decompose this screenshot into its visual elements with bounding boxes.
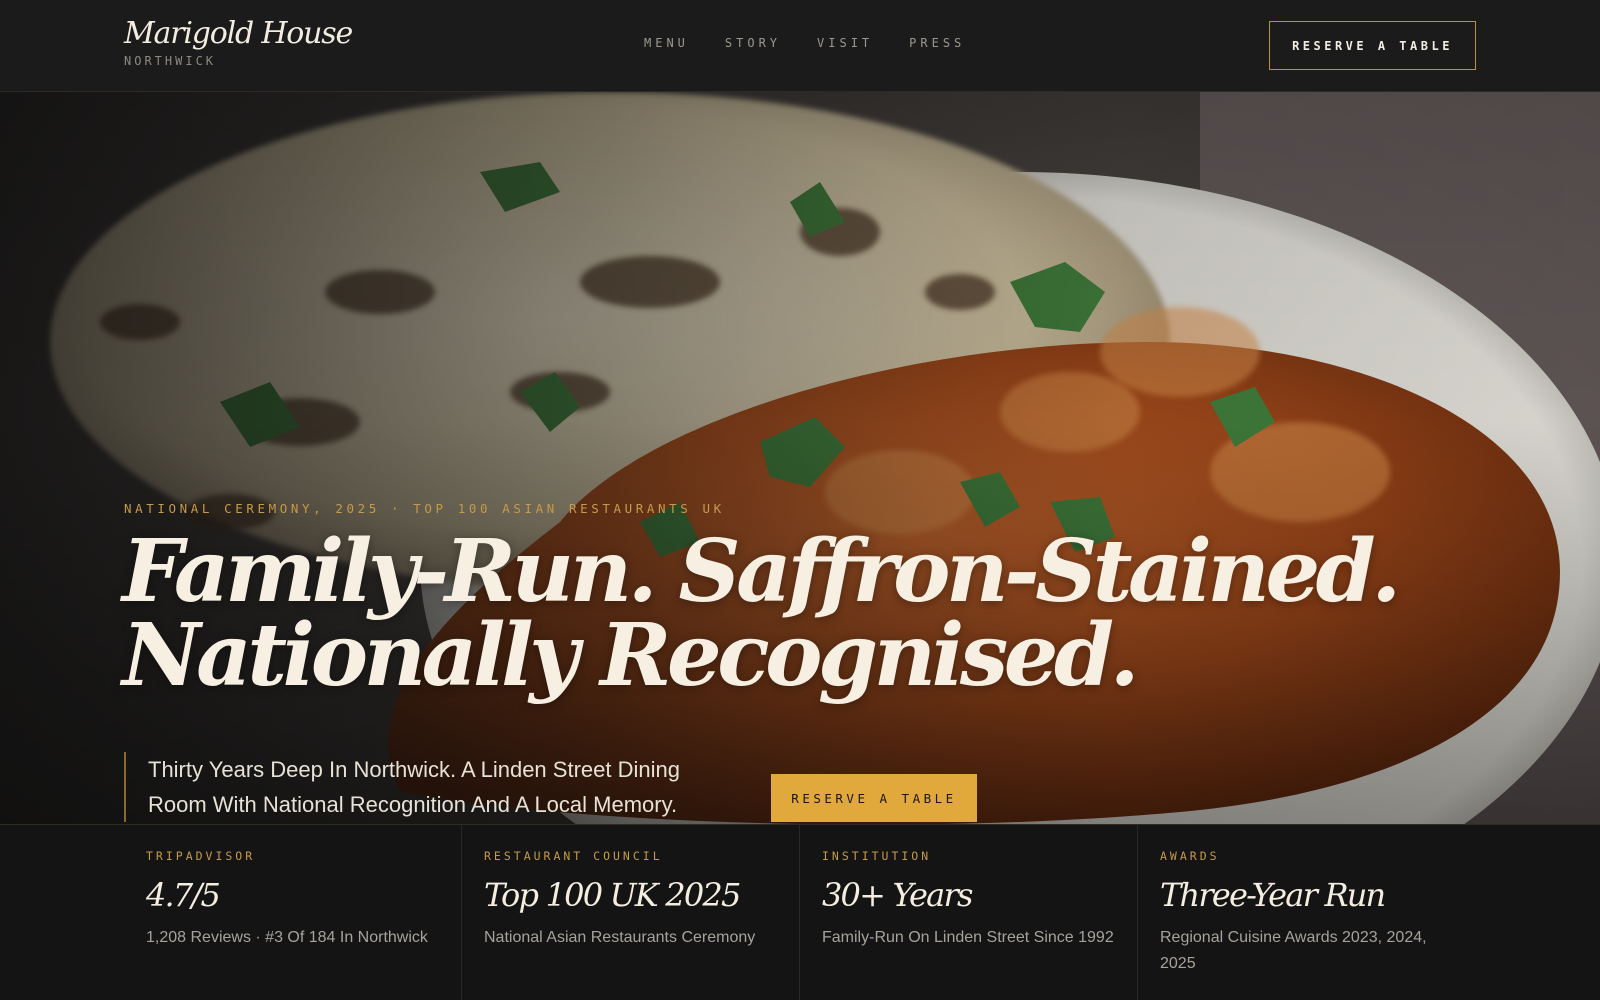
stat-label: AWARDS [1160,849,1220,863]
brand-name: Marigold House [124,16,353,51]
nav-item-menu[interactable]: MENU [644,36,689,50]
header-reserve-button[interactable]: RESERVE A TABLE [1269,21,1476,70]
stat-tripadvisor: TRIPADVISOR 4.7/5 1,208 Reviews · #3 Of … [0,825,462,1000]
main-nav: MENU STORY VISIT PRESS [644,36,965,50]
stat-restaurant-council: RESTAURANT COUNCIL Top 100 UK 2025 Natio… [462,825,800,1000]
headline-line-1: Family-Run. Saffron-Stained. [122,521,1401,622]
stat-institution: INSTITUTION 30+ Years Family-Run On Lind… [800,825,1138,1000]
hero-overlay [0,92,1600,824]
headline-line-2: Nationally Recognised. [122,605,1140,706]
hero-eyebrow: NATIONAL CEREMONY, 2025 · TOP 100 ASIAN … [124,501,725,516]
stat-value: 30+ Years [822,876,973,914]
hero-tagline: Thirty Years Deep In Northwick. A Linden… [124,752,744,822]
stat-desc: Regional Cuisine Awards 2023, 2024, 2025 [1160,929,1427,972]
brand-location: NORTHWICK [124,54,217,68]
hero-headline: Family-Run. Saffron-Stained. Nationally … [122,521,1422,706]
stat-value: Three-Year Run [1160,876,1386,914]
stat-label: TRIPADVISOR [146,849,256,863]
stat-desc: 1,208 Reviews · #3 Of 184 In Northwick [146,929,428,946]
stat-value: 4.7/5 [146,876,221,914]
stats-bar: TRIPADVISOR 4.7/5 1,208 Reviews · #3 Of … [0,824,1600,1000]
nav-item-story[interactable]: STORY [725,36,781,50]
stat-desc: National Asian Restaurants Ceremony [484,929,756,946]
stat-awards: AWARDS Three-Year Run Regional Cuisine A… [1138,825,1600,1000]
brand-logo[interactable]: Marigold House NORTHWICK [124,16,353,68]
site-header: Marigold House NORTHWICK MENU STORY VISI… [0,0,1600,92]
nav-item-press[interactable]: PRESS [909,36,965,50]
nav-item-visit[interactable]: VISIT [817,36,873,50]
hero-section: NATIONAL CEREMONY, 2025 · TOP 100 ASIAN … [0,92,1600,824]
stat-value: Top 100 UK 2025 [484,876,741,914]
stat-desc: Family-Run On Linden Street Since 1992 [822,929,1114,946]
stat-label: INSTITUTION [822,849,932,863]
stat-label: RESTAURANT COUNCIL [484,849,663,863]
hero-reserve-button[interactable]: RESERVE A TABLE [771,774,977,822]
